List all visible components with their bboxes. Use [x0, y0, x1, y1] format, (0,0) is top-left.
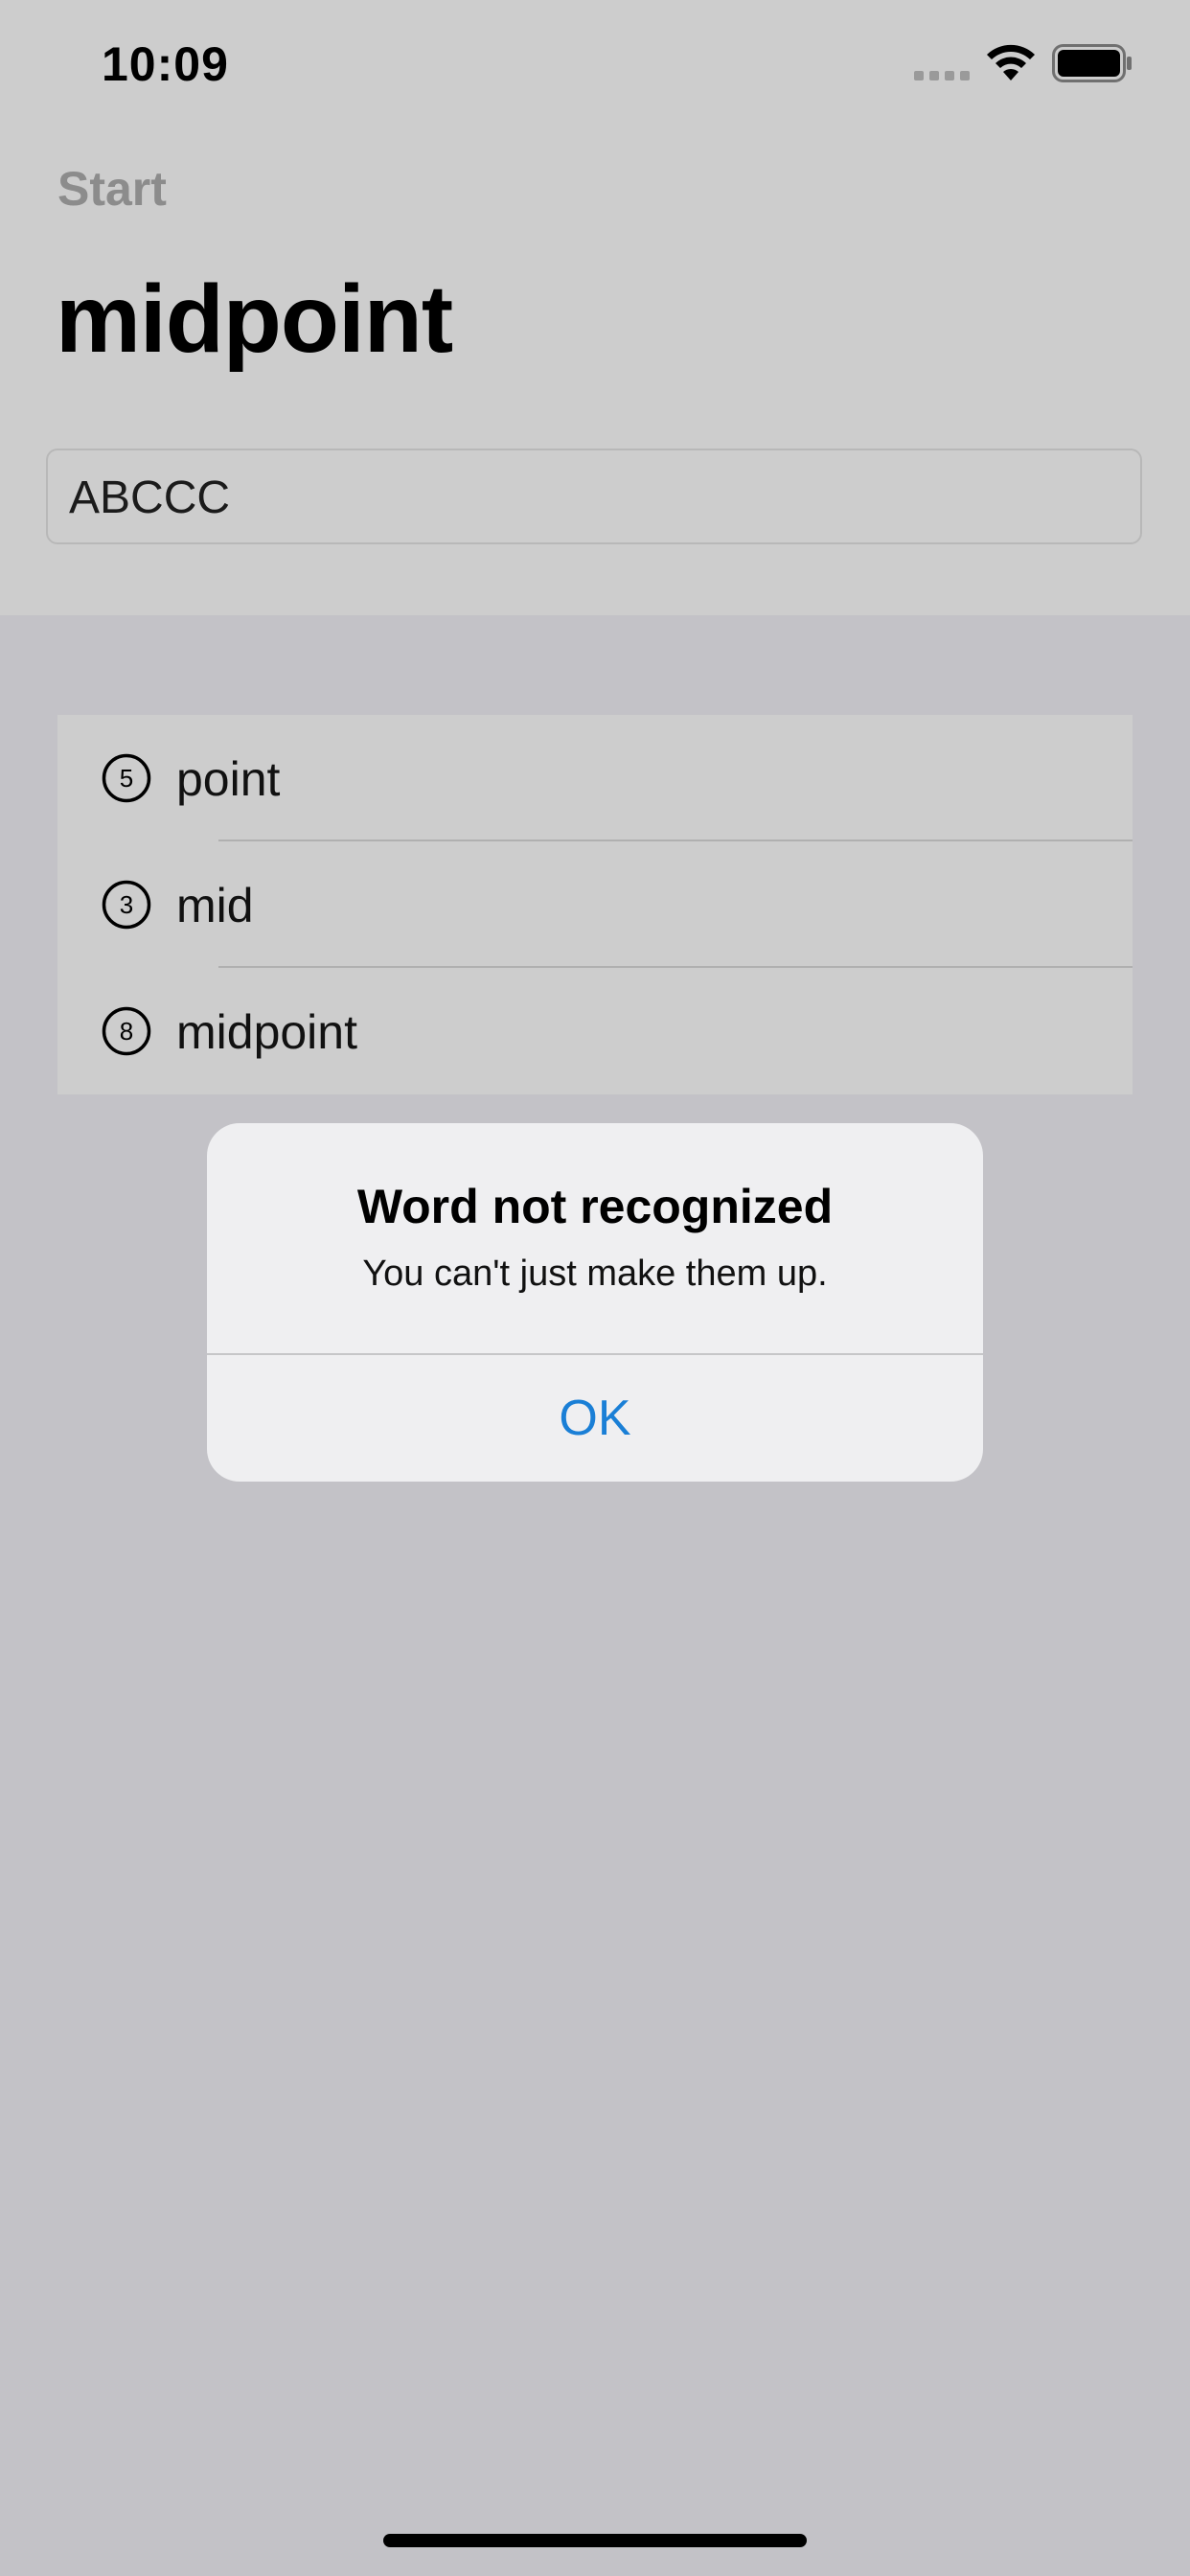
home-indicator[interactable]: [383, 2534, 807, 2547]
letter-count-circle-icon: 5: [102, 753, 151, 803]
word-label: midpoint: [176, 1005, 357, 1059]
used-words-list: 5 point 3 mid 8 midpoint: [57, 715, 1133, 1094]
letter-count-circle-icon: 3: [102, 880, 151, 930]
word-input[interactable]: ABCCC: [46, 448, 1142, 544]
page-title: midpoint: [56, 265, 453, 373]
alert-title: Word not recognized: [356, 1180, 834, 1233]
word-input-value: ABCCC: [69, 472, 231, 523]
letter-count: 5: [120, 764, 133, 793]
list-item[interactable]: 3 mid: [57, 841, 1133, 968]
alert-message: You can't just make them up.: [362, 1254, 828, 1294]
list-item[interactable]: 8 midpoint: [57, 968, 1133, 1094]
letter-count: 8: [120, 1017, 133, 1046]
alert-dialog: Word not recognized You can't just make …: [207, 1123, 983, 1482]
wifi-icon: [987, 44, 1035, 80]
letter-count: 3: [120, 890, 133, 919]
battery-icon: [1052, 44, 1132, 82]
signal-icon: [914, 71, 970, 80]
back-button[interactable]: Start: [57, 161, 167, 217]
word-label: point: [176, 752, 281, 806]
status-time: 10:09: [102, 37, 229, 91]
word-label: mid: [176, 879, 254, 932]
list-item[interactable]: 5 point: [57, 715, 1133, 841]
ok-button[interactable]: OK: [207, 1355, 983, 1482]
header-area: 10:09 Start midpoint ABCCC: [0, 0, 1190, 615]
letter-count-circle-icon: 8: [102, 1006, 151, 1056]
